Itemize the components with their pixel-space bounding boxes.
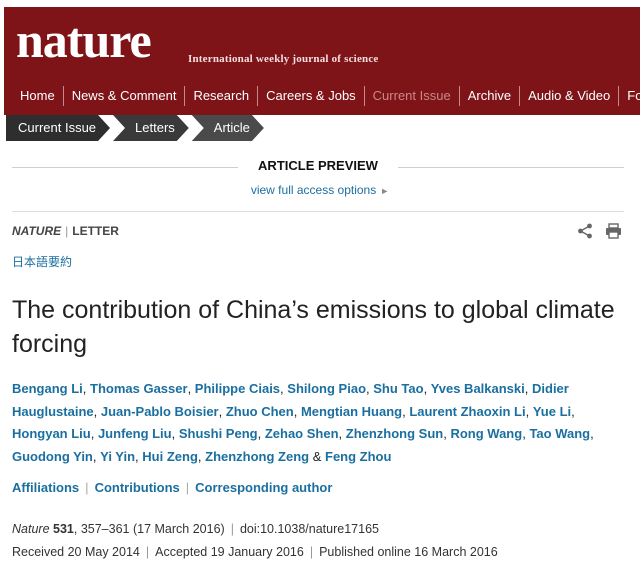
author-link[interactable]: Zehao Shen bbox=[265, 426, 339, 441]
journal-name: NATURE bbox=[12, 224, 62, 238]
article-preview-title: ARTICLE PREVIEW bbox=[258, 158, 378, 173]
author-link[interactable]: Yves Balkanski bbox=[431, 381, 525, 396]
nav-archive[interactable]: Archive bbox=[460, 86, 521, 106]
author-link[interactable]: Mengtian Huang bbox=[301, 404, 402, 419]
breadcrumb: Current Issue Letters Article bbox=[6, 115, 267, 141]
breadcrumb-letters[interactable]: Letters bbox=[113, 115, 189, 141]
article-type: LETTER bbox=[72, 224, 119, 238]
divider bbox=[12, 211, 624, 212]
citation-pages: 357–361 bbox=[80, 522, 130, 536]
author-link[interactable]: Tao Wang bbox=[529, 426, 590, 441]
author-link[interactable]: Shushi Peng bbox=[179, 426, 258, 441]
arrow-right-icon: ► bbox=[380, 186, 390, 196]
nav-audio-video[interactable]: Audio & Video bbox=[520, 86, 620, 106]
print-icon[interactable] bbox=[605, 223, 622, 239]
article-title: The contribution of China’s emissions to… bbox=[12, 296, 615, 358]
author-link[interactable]: Laurent Zhaoxin Li bbox=[409, 404, 525, 419]
author-link[interactable]: Feng Zhou bbox=[325, 449, 391, 464]
author-link[interactable]: Zhuo Chen bbox=[226, 404, 294, 419]
citation-date: (17 March 2016) bbox=[132, 522, 225, 536]
share-icon[interactable] bbox=[577, 223, 593, 239]
article-type-line: NATURE | LETTER bbox=[12, 224, 119, 238]
author-link[interactable]: Zhenzhong Zeng bbox=[205, 449, 309, 464]
author-link[interactable]: Philippe Ciais bbox=[195, 381, 280, 396]
citation: Nature 531, 357–361 (17 March 2016) | doi:… bbox=[12, 522, 379, 536]
author-link[interactable]: Yi Yin bbox=[100, 449, 135, 464]
citation-volume: 531 bbox=[53, 522, 74, 536]
separator: | bbox=[65, 224, 69, 238]
corresponding-author-link[interactable]: Corresponding author bbox=[195, 480, 332, 495]
received-date: Received 20 May 2014 bbox=[12, 545, 140, 559]
citation-doi[interactable]: doi:10.1038/nature17165 bbox=[240, 522, 379, 536]
author-list: Bengang Li, Thomas Gasser, Philippe Ciai… bbox=[12, 381, 594, 464]
author-link[interactable]: Thomas Gasser bbox=[90, 381, 188, 396]
article-preview-header: ARTICLE PREVIEW bbox=[12, 158, 624, 178]
author-link[interactable]: Guodong Yin bbox=[12, 449, 93, 464]
tagline: International weekly journal of science bbox=[188, 53, 379, 65]
nav-news-comment[interactable]: News & Comment bbox=[64, 86, 186, 106]
article-dates: Received 20 May 2014 | Accepted 19 January… bbox=[12, 545, 498, 559]
masthead: nature International weekly journal of s… bbox=[4, 7, 640, 115]
contributions-link[interactable]: Contributions bbox=[95, 480, 180, 495]
author-link[interactable]: Hui Zeng bbox=[142, 449, 198, 464]
nav-research[interactable]: Research bbox=[185, 86, 259, 106]
nav-current-issue[interactable]: Current Issue bbox=[365, 86, 460, 106]
nav-for-authors[interactable]: For A bbox=[619, 86, 640, 106]
author-link[interactable]: Shilong Piao bbox=[287, 381, 366, 396]
citation-journal: Nature bbox=[12, 522, 50, 536]
breadcrumb-article[interactable]: Article bbox=[192, 115, 264, 141]
full-access-link[interactable]: view full access options ► bbox=[0, 183, 640, 197]
preview-rule-right bbox=[398, 167, 624, 168]
breadcrumb-current-issue[interactable]: Current Issue bbox=[6, 115, 110, 141]
article-info-links: Affiliations | Contributions | Corresponding… bbox=[12, 480, 333, 495]
author-link[interactable]: Bengang Li bbox=[12, 381, 83, 396]
published-date: Published online 16 March 2016 bbox=[319, 545, 498, 559]
author-link[interactable]: Rong Wang bbox=[450, 426, 522, 441]
affiliations-link[interactable]: Affiliations bbox=[12, 480, 79, 495]
japanese-summary-link[interactable]: 日本語要約 bbox=[12, 253, 72, 270]
author-link[interactable]: Yue Li bbox=[533, 404, 571, 419]
author-link[interactable]: Juan-Pablo Boisier bbox=[101, 404, 219, 419]
accepted-date: Accepted 19 January 2016 bbox=[155, 545, 304, 559]
author-link[interactable]: Junfeng Liu bbox=[98, 426, 172, 441]
main-nav: Home News & Comment Research Careers & J… bbox=[4, 85, 640, 107]
nature-logo[interactable]: nature bbox=[16, 15, 152, 65]
author-link[interactable]: Hongyan Liu bbox=[12, 426, 91, 441]
nav-careers-jobs[interactable]: Careers & Jobs bbox=[258, 86, 365, 106]
nav-home[interactable]: Home bbox=[4, 86, 64, 106]
full-access-label[interactable]: view full access options bbox=[251, 183, 376, 197]
author-link[interactable]: Shu Tao bbox=[373, 381, 423, 396]
author-link[interactable]: Zhenzhong Sun bbox=[346, 426, 443, 441]
